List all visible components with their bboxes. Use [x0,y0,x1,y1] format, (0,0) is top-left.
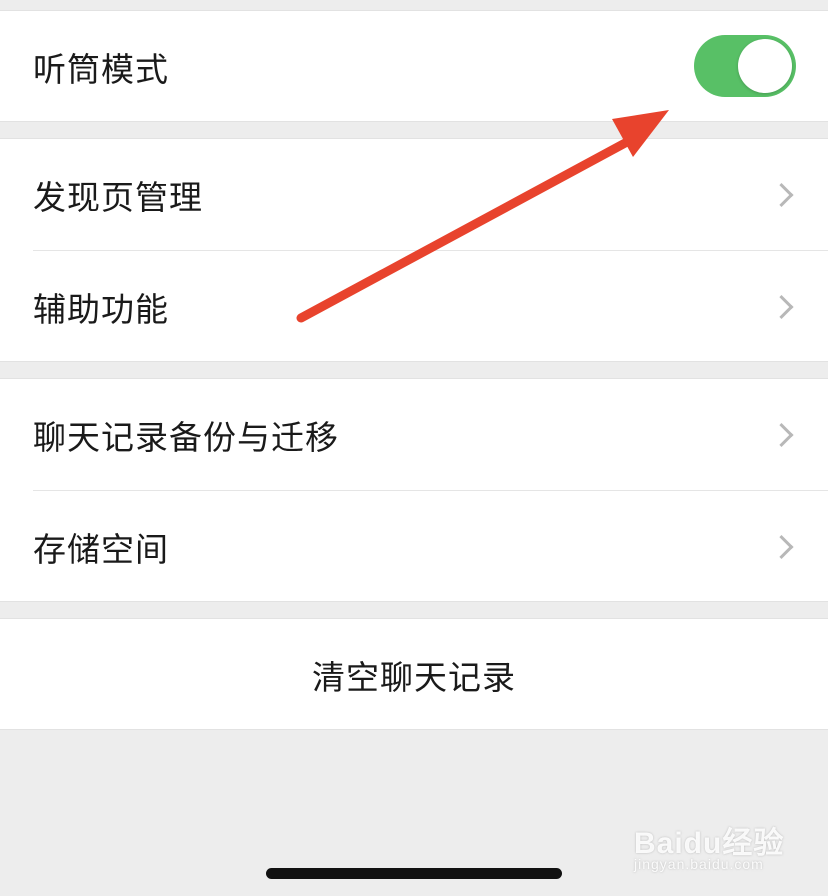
clear-history-label: 清空聊天记录 [312,657,516,697]
chevron-right-icon [769,182,794,207]
toggle-knob [738,39,792,93]
home-indicator[interactable] [266,868,562,879]
earpiece-mode-row: 听筒模式 [0,11,828,122]
discover-group: 发现页管理 辅助功能 [0,138,828,362]
earpiece-mode-toggle[interactable] [694,35,796,97]
earpiece-mode-label: 听筒模式 [33,49,169,89]
chevron-right-icon [769,422,794,447]
discover-management-row[interactable]: 发现页管理 [0,139,828,250]
accessibility-label: 辅助功能 [33,289,169,329]
discover-management-label: 发现页管理 [33,177,203,217]
earpiece-group: 听筒模式 [0,10,828,122]
chevron-right-icon [769,294,794,319]
storage-group: 聊天记录备份与迁移 存储空间 [0,378,828,602]
baidu-watermark: Baidu经验 jingyan.baidu.com [634,808,804,878]
chat-backup-label: 聊天记录备份与迁移 [33,417,339,457]
settings-screen: 听筒模式 发现页管理 辅助功能 聊天记录备份与迁移 存储空间 清空聊天记录 Ba… [0,0,828,896]
chat-backup-row[interactable]: 聊天记录备份与迁移 [0,379,828,490]
storage-row[interactable]: 存储空间 [0,491,828,602]
clear-history-button[interactable]: 清空聊天记录 [0,619,828,730]
watermark-url: jingyan.baidu.com [634,856,764,872]
storage-label: 存储空间 [33,529,169,569]
accessibility-row[interactable]: 辅助功能 [0,251,828,362]
clear-group: 清空聊天记录 [0,618,828,730]
chevron-right-icon [769,534,794,559]
